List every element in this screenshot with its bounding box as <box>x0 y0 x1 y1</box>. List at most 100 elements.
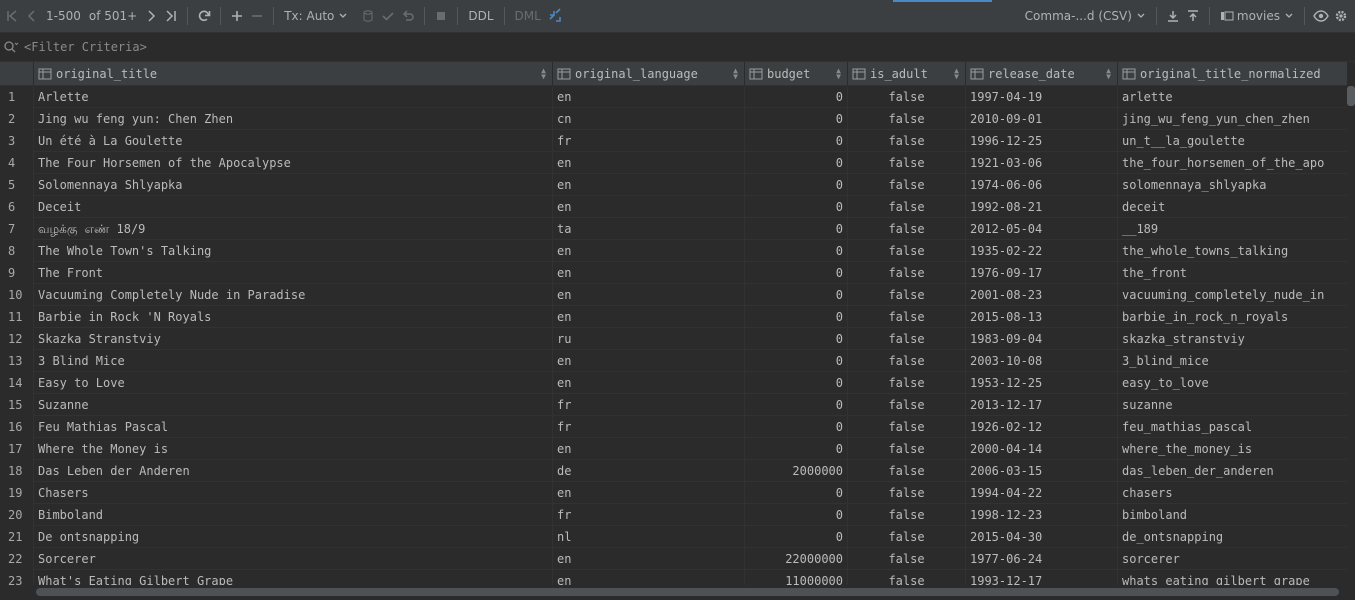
cell-original-language[interactable]: en <box>553 240 745 262</box>
column-header-release-date[interactable]: release_date ▲ ▼ <box>966 62 1118 86</box>
cell-budget[interactable]: 0 <box>745 394 848 416</box>
cell-original-language[interactable]: en <box>553 482 745 504</box>
cell-original-title-normalized[interactable]: whats_eating_gilbert_grape <box>1118 570 1347 585</box>
cell-original-title-normalized[interactable]: the_front <box>1118 262 1347 284</box>
cell-original-title-normalized[interactable]: __189 <box>1118 218 1347 240</box>
cell-original-title[interactable]: Solomennaya Shlyapka <box>34 174 553 196</box>
cell-budget[interactable]: 0 <box>745 284 848 306</box>
cell-original-language[interactable]: ta <box>553 218 745 240</box>
cell-release-date[interactable]: 1997-04-19 <box>966 86 1118 108</box>
cell-release-date[interactable]: 1953-12-25 <box>966 372 1118 394</box>
cell-is-adult[interactable]: false <box>848 482 966 504</box>
cell-original-language[interactable]: en <box>553 262 745 284</box>
cell-budget[interactable]: 0 <box>745 350 848 372</box>
cell-original-title[interactable]: De ontsnapping <box>34 526 553 548</box>
add-row-icon[interactable] <box>227 4 247 28</box>
upload-icon[interactable] <box>1183 4 1203 28</box>
cell-is-adult[interactable]: false <box>848 174 966 196</box>
compare-icon[interactable] <box>545 4 565 28</box>
cell-is-adult[interactable]: false <box>848 284 966 306</box>
cell-original-title-normalized[interactable]: suzanne <box>1118 394 1347 416</box>
cell-is-adult[interactable]: false <box>848 152 966 174</box>
cell-original-title[interactable]: Chasers <box>34 482 553 504</box>
cell-is-adult[interactable]: false <box>848 350 966 372</box>
cell-original-title-normalized[interactable]: das_leben_der_anderen <box>1118 460 1347 482</box>
cell-original-title[interactable]: Barbie in Rock 'N Royals <box>34 306 553 328</box>
cell-budget[interactable]: 22000000 <box>745 548 848 570</box>
table-row[interactable]: 19 Chasers en 0 false 1994-04-22 chasers <box>0 482 1347 504</box>
table-row[interactable]: 21 De ontsnapping nl 0 false 2015-04-30 de_ont… <box>0 526 1347 548</box>
table-select[interactable]: movies <box>1216 4 1298 28</box>
cell-original-title[interactable]: Un été à La Goulette <box>34 130 553 152</box>
cell-original-language[interactable]: en <box>553 548 745 570</box>
sort-icon[interactable]: ▲ ▼ <box>541 67 546 81</box>
cell-is-adult[interactable]: false <box>848 504 966 526</box>
eye-icon[interactable] <box>1311 4 1331 28</box>
cell-original-title-normalized[interactable]: solomennaya_shlyapka <box>1118 174 1347 196</box>
cell-original-title[interactable]: 3 Blind Mice <box>34 350 553 372</box>
prev-page-icon[interactable] <box>22 4 42 28</box>
cell-release-date[interactable]: 1983-09-04 <box>966 328 1118 350</box>
cell-is-adult[interactable]: false <box>848 240 966 262</box>
rollback-icon[interactable] <box>398 4 418 28</box>
table-row[interactable]: 15 Suzanne fr 0 false 2013-12-17 suzanne <box>0 394 1347 416</box>
cell-original-title[interactable]: வழக்கு எண் 18/9 <box>34 218 553 240</box>
cell-original-title-normalized[interactable]: barbie_in_rock_n_royals <box>1118 306 1347 328</box>
table-row[interactable]: 18 Das Leben der Anderen de 2000000 false 200… <box>0 460 1347 482</box>
table-row[interactable]: 3 Un été à La Goulette fr 0 false 1996-12-25 u… <box>0 130 1347 152</box>
cell-original-title[interactable]: Easy to Love <box>34 372 553 394</box>
cell-release-date[interactable]: 2000-04-14 <box>966 438 1118 460</box>
cell-original-language[interactable]: en <box>553 306 745 328</box>
cell-original-title-normalized[interactable]: feu_mathias_pascal <box>1118 416 1347 438</box>
cell-original-language[interactable]: ru <box>553 328 745 350</box>
page-range[interactable]: 1-500 <box>42 4 85 28</box>
table-row[interactable]: 7 வழக்கு எண் 18/9 ta 0 false 2012-05-04 __189 <box>0 218 1347 240</box>
export-format-select[interactable]: Comma-...d (CSV) <box>1021 4 1150 28</box>
cell-is-adult[interactable]: false <box>848 196 966 218</box>
stop-icon[interactable] <box>431 4 451 28</box>
cell-is-adult[interactable]: false <box>848 372 966 394</box>
cell-is-adult[interactable]: false <box>848 394 966 416</box>
cell-release-date[interactable]: 2015-04-30 <box>966 526 1118 548</box>
column-header-is-adult[interactable]: is_adult ▲ ▼ <box>848 62 966 86</box>
cell-is-adult[interactable]: false <box>848 548 966 570</box>
cell-original-title[interactable]: The Whole Town's Talking <box>34 240 553 262</box>
cell-original-title-normalized[interactable]: the_whole_towns_talking <box>1118 240 1347 262</box>
cell-original-title[interactable]: Suzanne <box>34 394 553 416</box>
table-row[interactable]: 5 Solomennaya Shlyapka en 0 false 1974-06-06 s… <box>0 174 1347 196</box>
cell-is-adult[interactable]: false <box>848 130 966 152</box>
cell-release-date[interactable]: 1998-12-23 <box>966 504 1118 526</box>
refresh-icon[interactable] <box>194 4 214 28</box>
table-row[interactable]: 14 Easy to Love en 0 false 1953-12-25 easy_to_… <box>0 372 1347 394</box>
column-header-budget[interactable]: budget ▲ ▼ <box>745 62 848 86</box>
cell-original-language[interactable]: en <box>553 372 745 394</box>
cell-original-title-normalized[interactable]: skazka_stranstviy <box>1118 328 1347 350</box>
vertical-scroll-thumb[interactable] <box>1347 86 1355 106</box>
table-row[interactable]: 4 The Four Horsemen of the Apocalypse en 0 f… <box>0 152 1347 174</box>
cell-is-adult[interactable]: false <box>848 460 966 482</box>
cell-release-date[interactable]: 2006-03-15 <box>966 460 1118 482</box>
cell-budget[interactable]: 0 <box>745 152 848 174</box>
cell-original-title[interactable]: Vacuuming Completely Nude in Paradise <box>34 284 553 306</box>
table-row[interactable]: 22 Sorcerer en 22000000 false 1977-06-24 sorce… <box>0 548 1347 570</box>
cell-release-date[interactable]: 1974-06-06 <box>966 174 1118 196</box>
table-row[interactable]: 11 Barbie in Rock 'N Royals en 0 false 2015-0… <box>0 306 1347 328</box>
cell-original-language[interactable]: en <box>553 196 745 218</box>
cell-original-language[interactable]: en <box>553 152 745 174</box>
cell-original-language[interactable]: en <box>553 438 745 460</box>
cell-budget[interactable]: 2000000 <box>745 460 848 482</box>
table-row[interactable]: 10 Vacuuming Completely Nude in Paradise e… <box>0 284 1347 306</box>
cell-budget[interactable]: 0 <box>745 218 848 240</box>
sort-icon[interactable]: ▲ ▼ <box>1106 67 1111 81</box>
cell-original-language[interactable]: de <box>553 460 745 482</box>
cell-release-date[interactable]: 1976-09-17 <box>966 262 1118 284</box>
horizontal-scroll-thumb[interactable] <box>36 588 1339 596</box>
cell-original-title[interactable]: Arlette <box>34 86 553 108</box>
filter-input[interactable] <box>24 40 424 54</box>
delete-row-icon[interactable] <box>247 4 267 28</box>
cell-original-language[interactable]: nl <box>553 526 745 548</box>
download-icon[interactable] <box>1163 4 1183 28</box>
db-icon[interactable] <box>358 4 378 28</box>
next-page-icon[interactable] <box>141 4 161 28</box>
cell-original-title-normalized[interactable]: sorcerer <box>1118 548 1347 570</box>
